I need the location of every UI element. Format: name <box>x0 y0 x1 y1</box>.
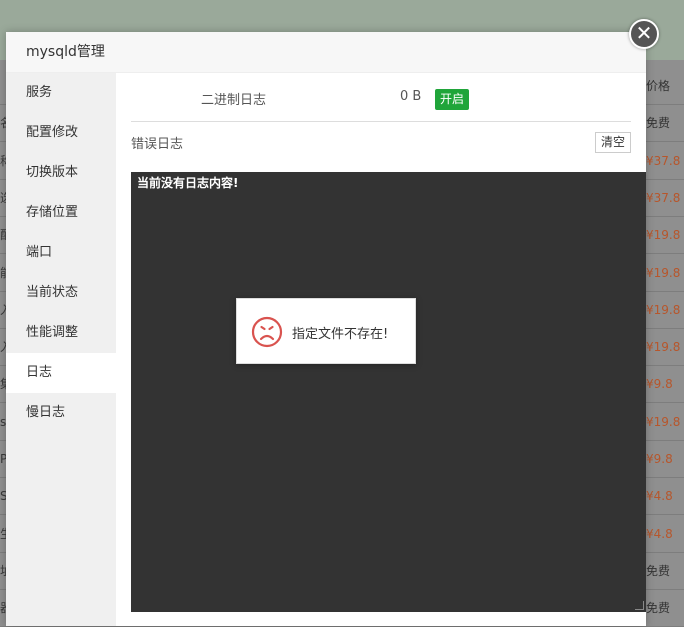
row-price: ¥19.8 <box>646 228 681 243</box>
row-price: ¥37.8 <box>646 190 681 205</box>
sad-face-icon <box>251 316 283 348</box>
sidebar-item[interactable]: 慢日志 <box>6 393 116 433</box>
row-price: ¥19.8 <box>646 265 681 280</box>
sidebar-item[interactable]: 日志 <box>6 353 116 393</box>
sidebar-item[interactable]: 服务 <box>6 73 116 113</box>
binlog-label: 二进制日志 <box>201 93 267 108</box>
sidebar-item[interactable]: 存储位置 <box>6 193 116 233</box>
binlog-status-button[interactable]: 开启 <box>435 89 470 110</box>
row-price: 免费 <box>646 601 671 616</box>
row-price: 免费 <box>646 116 671 131</box>
error-log-textarea[interactable]: 当前没有日志内容! <box>131 172 646 612</box>
sidebar-item[interactable]: 性能调整 <box>6 313 116 353</box>
binlog-size: 0 B <box>400 89 422 104</box>
row-price: 免费 <box>646 563 671 578</box>
close-icon[interactable]: ✕ <box>629 19 659 49</box>
row-price: ¥19.8 <box>646 414 681 429</box>
resize-handle[interactable] <box>635 601 644 610</box>
price-header: 价格 <box>646 79 671 93</box>
log-content: 当前没有日志内容! <box>137 176 239 190</box>
row-price: ¥19.8 <box>646 302 681 317</box>
binlog-row: 二进制日志 0 B 开启 <box>131 73 631 122</box>
row-price: ¥9.8 <box>646 377 673 392</box>
toast-text: 指定文件不存在! <box>292 327 389 342</box>
sidebar-item[interactable]: 当前状态 <box>6 273 116 313</box>
row-price: ¥19.8 <box>646 340 681 355</box>
dialog-title: mysqld管理 <box>6 32 646 73</box>
sidebar-item[interactable]: 配置修改 <box>6 113 116 153</box>
row-price: ¥37.8 <box>646 153 681 168</box>
error-log-label: 错误日志 <box>131 137 184 152</box>
sidebar: 服务 配置修改 切换版本 存储位置 端口 当前状态 性能调整 日志 慢日志 <box>6 73 116 626</box>
sidebar-item[interactable]: 切换版本 <box>6 153 116 193</box>
sidebar-item[interactable]: 端口 <box>6 233 116 273</box>
toast-message: 指定文件不存在! <box>236 298 416 364</box>
row-price: ¥9.8 <box>646 452 673 466</box>
row-price: ¥4.8 <box>646 526 673 541</box>
row-price: ¥4.8 <box>646 489 673 504</box>
clear-log-button[interactable]: 清空 <box>595 132 631 153</box>
